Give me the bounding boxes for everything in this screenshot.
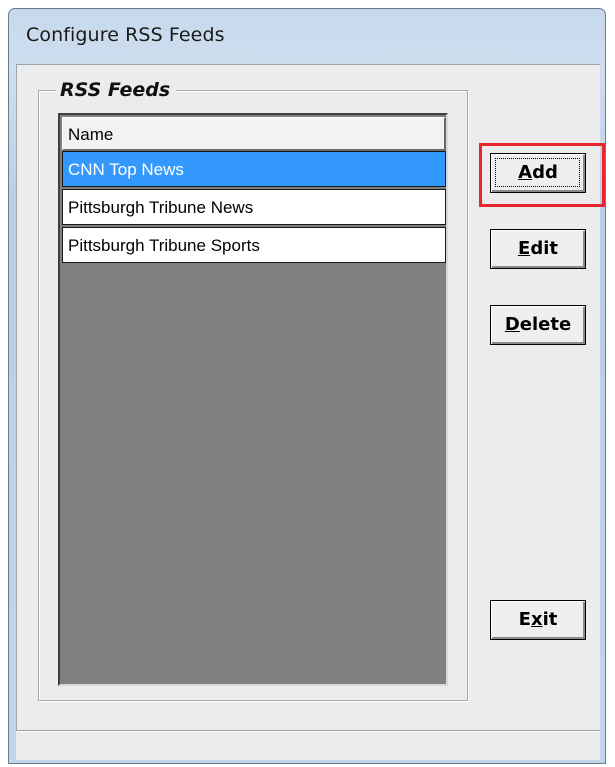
- list-row-label: Pittsburgh Tribune Sports: [68, 236, 260, 255]
- window-title: Configure RSS Feeds: [26, 24, 225, 46]
- list-row-pittsburgh-tribune-news[interactable]: Pittsburgh Tribune News: [62, 189, 446, 225]
- exit-button[interactable]: Exit: [490, 600, 586, 640]
- add-button[interactable]: Add: [490, 153, 586, 193]
- edit-mnemonic: E: [518, 238, 531, 259]
- delete-label-rest: elete: [519, 314, 572, 335]
- delete-mnemonic: D: [504, 314, 520, 335]
- list-row-cnn-top-news[interactable]: CNN Top News: [62, 151, 446, 187]
- screen: Configure RSS Feeds RSS Feeds Name CNN T…: [0, 0, 615, 767]
- list-row-pittsburgh-tribune-sports[interactable]: Pittsburgh Tribune Sports: [62, 227, 446, 263]
- add-mnemonic: A: [518, 162, 533, 183]
- title-bar[interactable]: Configure RSS Feeds: [8, 8, 606, 64]
- status-bar: [16, 730, 600, 760]
- feeds-listview[interactable]: Name CNN Top News Pittsburgh Tribune New…: [58, 113, 448, 686]
- exit-label-pre: E: [518, 609, 531, 630]
- edit-label-rest: dit: [530, 238, 558, 259]
- groupbox-label: RSS Feeds: [56, 78, 177, 102]
- exit-mnemonic: x: [530, 609, 543, 630]
- add-label-rest: dd: [532, 162, 558, 183]
- delete-button[interactable]: Delete: [490, 305, 586, 345]
- list-row-label: CNN Top News: [68, 160, 184, 179]
- column-header-name[interactable]: Name: [62, 117, 446, 151]
- edit-button[interactable]: Edit: [490, 229, 586, 269]
- list-row-label: Pittsburgh Tribune News: [68, 198, 254, 217]
- column-header-label: Name: [68, 125, 114, 144]
- exit-label-rest: it: [542, 609, 558, 630]
